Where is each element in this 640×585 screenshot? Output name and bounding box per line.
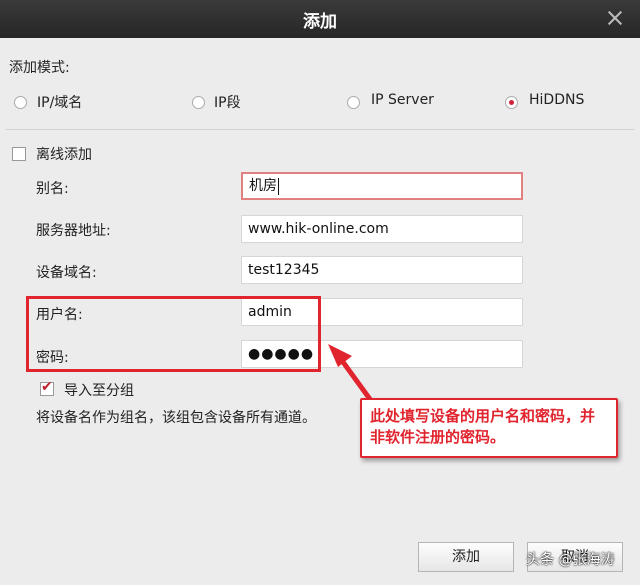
annotation-callout: 此处填写设备的用户名和密码，并非软件注册的密码。 [360,398,618,458]
arrow-shaft [340,360,375,404]
add-button[interactable]: 添加 [418,542,514,572]
annotation-arrow [328,344,375,404]
watermark: 头条 @张海涛 [526,552,615,568]
arrow-head [328,344,352,367]
